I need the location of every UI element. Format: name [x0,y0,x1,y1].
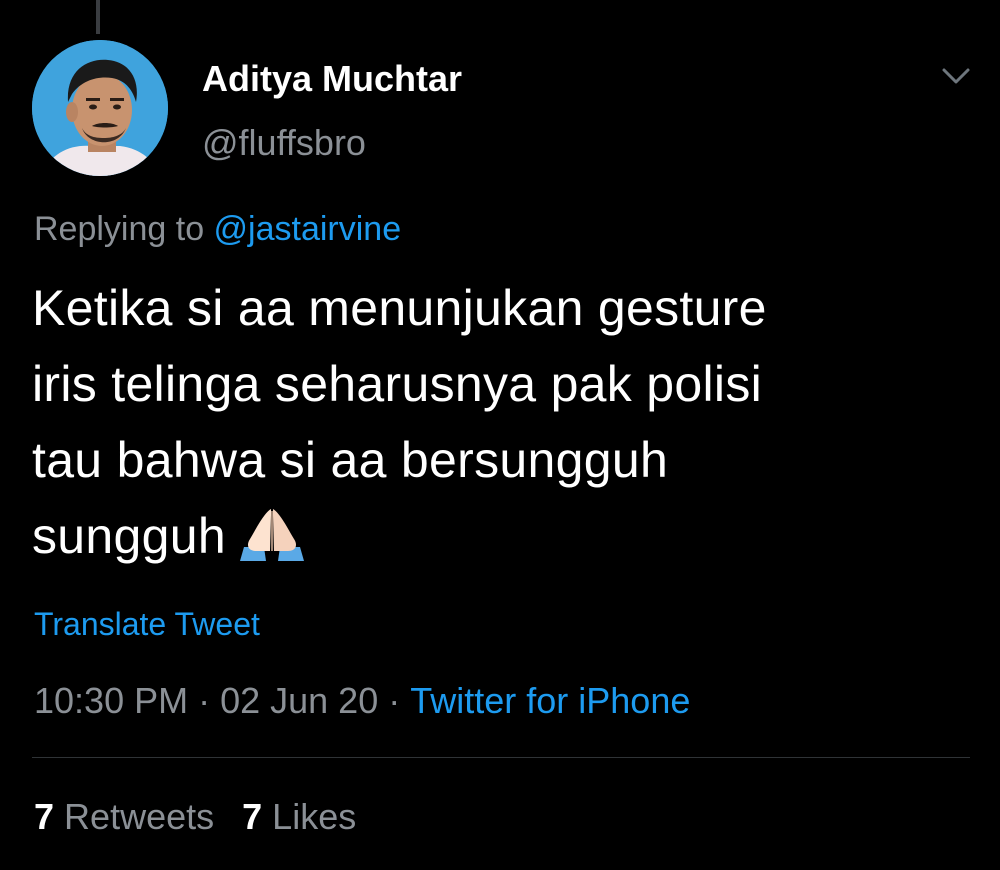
tweet-text-line: iris telinga seharusnya pak polisi [32,356,763,412]
divider [32,757,970,758]
meta-separator: · [388,680,401,721]
tweet-time[interactable]: 10:30 PM [34,680,188,721]
likes-label: Likes [272,796,357,837]
tweet-date[interactable]: 02 Jun 20 [220,680,378,721]
meta-separator: · [198,680,211,721]
tweet-text-line: sungguh [32,508,226,564]
author-name[interactable]: Aditya Muchtar [202,58,462,100]
tweet-text-line: tau bahwa si aa bersungguh [32,432,669,488]
retweets-count: 7 [34,796,55,837]
likes-count: 7 [242,796,263,837]
avatar-portrait [32,40,168,176]
author-handle[interactable]: @fluffsbro [202,122,366,164]
replying-to-label: Replying to [34,210,214,248]
replying-to: Replying to @jastairvine [34,210,401,249]
reply-mention-link[interactable]: @jastairvine [214,210,402,248]
tweet-text-line: Ketika si aa menunjukan gesture [32,280,767,336]
tweet-stats: 7 Retweets 7 Likes [34,796,356,838]
chevron-down-icon[interactable] [938,62,974,90]
thread-connector-line [96,0,100,34]
retweets-stat[interactable]: 7 Retweets [34,796,214,837]
tweet-text-last-line: sungguh [32,498,932,574]
tweet-metadata: 10:30 PM · 02 Jun 20 · Twitter for iPhone [34,680,690,722]
tweet-text: Ketika si aa menunjukan gesture iris tel… [32,270,932,574]
retweets-label: Retweets [64,796,215,837]
folded-hands-icon [234,506,310,561]
tweet-source-link[interactable]: Twitter for iPhone [410,680,690,721]
avatar[interactable] [32,40,168,176]
translate-tweet-link[interactable]: Translate Tweet [34,606,260,643]
likes-stat[interactable]: 7 Likes [242,796,356,837]
